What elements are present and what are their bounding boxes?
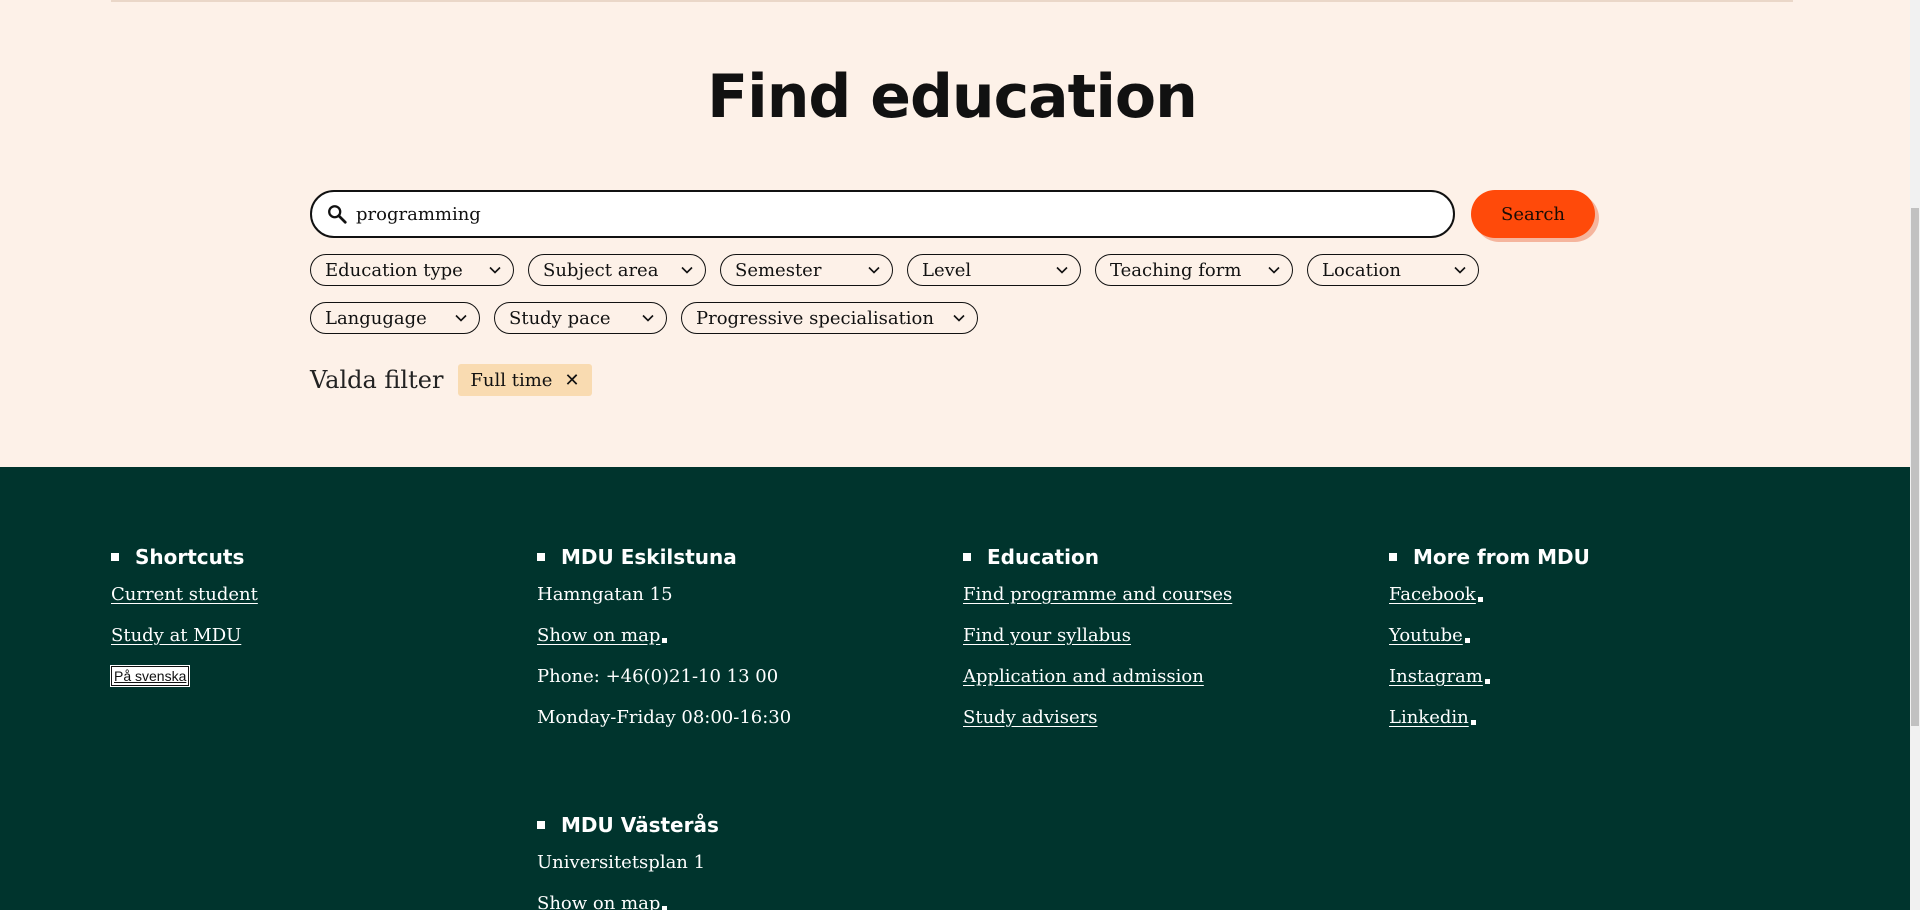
filter-chip-full-time[interactable]: Full time ✕ xyxy=(458,364,592,396)
filter-label: Semester xyxy=(735,259,822,281)
chevron-down-icon xyxy=(868,266,880,274)
filter-label: Progressive specialisation xyxy=(696,307,934,329)
link-show-on-map[interactable]: Show on map xyxy=(537,893,668,910)
filter-study-pace[interactable]: Study pace xyxy=(494,302,667,334)
footer-heading: Shortcuts xyxy=(111,544,491,570)
filter-label: Level xyxy=(922,259,972,281)
footer-shortcuts: Shortcuts Current student Study at MDU P… xyxy=(109,544,491,704)
bullet-icon xyxy=(537,553,545,561)
footer-heading-text: More from MDU xyxy=(1413,545,1590,569)
search-box[interactable] xyxy=(310,190,1455,238)
bullet-icon xyxy=(1389,553,1397,561)
search-section: Find education Search Education type Sub… xyxy=(0,0,1910,467)
link-text: Facebook xyxy=(1389,584,1476,605)
external-link-icon xyxy=(662,638,668,643)
link-facebook[interactable]: Facebook xyxy=(1389,584,1483,605)
link-youtube[interactable]: Youtube xyxy=(1389,625,1470,646)
footer-more: More from MDU Facebook Youtube Instagram… xyxy=(1389,544,1789,728)
chevron-down-icon xyxy=(642,314,654,322)
phone: Phone: +46(0)21-10 13 00 xyxy=(537,666,779,687)
link-study-at-mdu[interactable]: Study at MDU xyxy=(111,625,241,646)
chevron-down-icon xyxy=(681,266,693,274)
search-input[interactable] xyxy=(356,194,1416,234)
filter-label: Teaching form xyxy=(1110,259,1242,281)
chevron-down-icon xyxy=(489,266,501,274)
external-link-icon xyxy=(662,906,668,910)
link-find-programme[interactable]: Find programme and courses xyxy=(963,584,1232,605)
search-button[interactable]: Search xyxy=(1471,190,1595,238)
chevron-down-icon xyxy=(1454,266,1466,274)
link-instagram[interactable]: Instagram xyxy=(1389,666,1490,687)
external-link-icon xyxy=(1477,597,1483,602)
external-link-icon xyxy=(1484,679,1490,684)
footer-heading: More from MDU xyxy=(1389,544,1789,570)
filter-teaching-form[interactable]: Teaching form xyxy=(1095,254,1293,286)
link-current-student[interactable]: Current student xyxy=(111,584,258,605)
chevron-down-icon xyxy=(1268,266,1280,274)
filter-location[interactable]: Location xyxy=(1307,254,1479,286)
filter-subject-area[interactable]: Subject area xyxy=(528,254,706,286)
site-footer: Shortcuts Current student Study at MDU P… xyxy=(0,467,1910,910)
link-show-on-map[interactable]: Show on map xyxy=(537,625,668,646)
filter-level[interactable]: Level xyxy=(907,254,1081,286)
close-icon[interactable]: ✕ xyxy=(564,370,579,391)
footer-eskilstuna: MDU Eskilstuna Hamngatan 15 Show on map … xyxy=(537,544,937,728)
filter-label: Education type xyxy=(325,259,463,281)
selected-filters-label: Valda filter xyxy=(310,366,444,394)
chevron-down-icon xyxy=(1056,266,1068,274)
footer-heading: MDU Västerås xyxy=(537,812,937,838)
filter-label: Study pace xyxy=(509,307,611,329)
filter-language[interactable]: Langugage xyxy=(310,302,480,334)
filter-education-type[interactable]: Education type xyxy=(310,254,514,286)
external-link-icon xyxy=(1464,638,1470,643)
chevron-down-icon xyxy=(455,314,467,322)
scrollbar-thumb[interactable] xyxy=(1911,208,1919,726)
link-text: Instagram xyxy=(1389,666,1483,687)
link-application-admission[interactable]: Application and admission xyxy=(963,666,1204,687)
footer-heading-text: MDU Eskilstuna xyxy=(561,545,737,569)
page-title: Find education xyxy=(707,62,1198,132)
search-icon xyxy=(328,205,347,224)
filter-semester[interactable]: Semester xyxy=(720,254,893,286)
chevron-down-icon xyxy=(953,314,965,322)
footer-vasteras: MDU Västerås Universitetsplan 1 Show on … xyxy=(537,812,937,910)
filter-row: Langugage Study pace Progressive special… xyxy=(310,302,978,334)
filter-label: Location xyxy=(1322,259,1402,281)
footer-education: Education Find programme and courses Fin… xyxy=(963,544,1363,728)
bullet-icon xyxy=(111,553,119,561)
address: Hamngatan 15 xyxy=(537,584,673,605)
link-text: Show on map xyxy=(537,625,661,646)
filter-progressive-specialisation[interactable]: Progressive specialisation xyxy=(681,302,978,334)
footer-heading: Education xyxy=(963,544,1363,570)
link-linkedin[interactable]: Linkedin xyxy=(1389,707,1476,728)
link-text: Show on map xyxy=(537,893,661,910)
filter-label: Subject area xyxy=(543,259,659,281)
footer-heading-text: MDU Västerås xyxy=(561,813,719,837)
link-study-advisers[interactable]: Study advisers xyxy=(963,707,1097,728)
bullet-icon xyxy=(537,821,545,829)
external-link-icon xyxy=(1470,720,1476,725)
footer-heading-text: Education xyxy=(987,545,1099,569)
footer-heading: MDU Eskilstuna xyxy=(537,544,937,570)
filter-label: Langugage xyxy=(325,307,427,329)
bullet-icon xyxy=(963,553,971,561)
chip-label: Full time xyxy=(470,369,553,391)
language-toggle-button[interactable]: På svenska xyxy=(109,665,191,687)
link-text: Youtube xyxy=(1389,625,1463,646)
link-text: Linkedin xyxy=(1389,707,1469,728)
selected-filters: Valda filter Full time ✕ xyxy=(310,364,592,396)
link-find-syllabus[interactable]: Find your syllabus xyxy=(963,625,1131,646)
opening-hours: Monday-Friday 08:00-16:30 xyxy=(537,707,792,728)
footer-heading-text: Shortcuts xyxy=(135,545,245,569)
address: Universitetsplan 1 xyxy=(537,852,706,873)
filter-row: Education type Subject area Semester Lev… xyxy=(310,254,1479,286)
